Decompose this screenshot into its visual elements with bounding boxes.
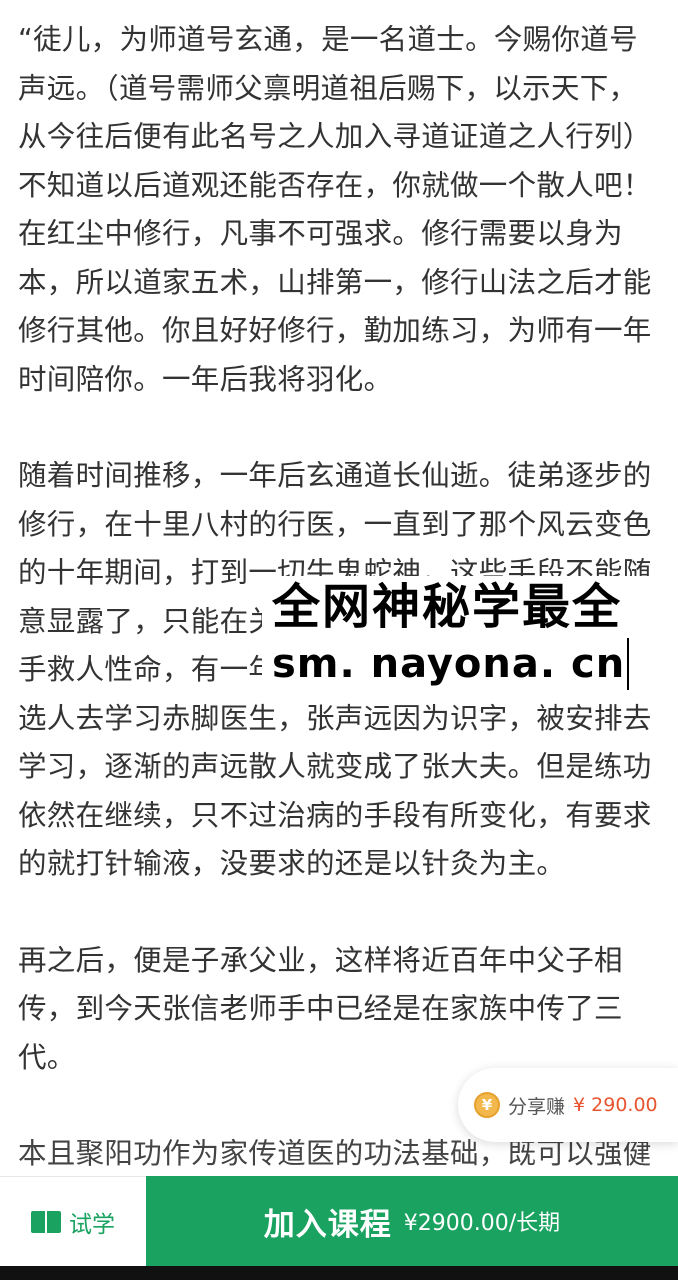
trial-button[interactable]: 试学 <box>0 1176 146 1266</box>
watermark-url: sm. nayona. cn <box>272 638 630 690</box>
watermark-title: 全网神秘学最全 <box>272 579 623 635</box>
join-course-button[interactable]: 加入课程 ¥2900.00/长期 <box>146 1176 678 1266</box>
watermark-overlay: 全网神秘学最全 sm. nayona. cn <box>262 576 678 694</box>
course-price: ¥2900.00/长期 <box>403 1211 561 1236</box>
trial-label: 试学 <box>69 1211 115 1238</box>
share-amount: ¥ 290.00 <box>573 1094 658 1116</box>
coin-icon: ¥ <box>474 1092 500 1118</box>
article-paragraph: “徒儿，为师道号玄通，是一名道士。今赐你道号声远。（道号需师父禀明道祖后赐下，以… <box>18 23 652 396</box>
article-paragraph: 再之后，便是子承父业，这样将近百年中父子相传，到今天张信老师手中已经是在家族中传… <box>18 943 623 1074</box>
system-nav-bar <box>0 1266 678 1280</box>
share-earn-button[interactable]: ¥ 分享赚 ¥ 290.00 <box>458 1068 678 1142</box>
bottom-action-bar: 试学 加入课程 ¥2900.00/长期 <box>0 1176 678 1266</box>
join-course-label: 加入课程 <box>263 1206 392 1243</box>
share-label: 分享赚 <box>508 1095 566 1118</box>
book-icon <box>31 1210 61 1233</box>
